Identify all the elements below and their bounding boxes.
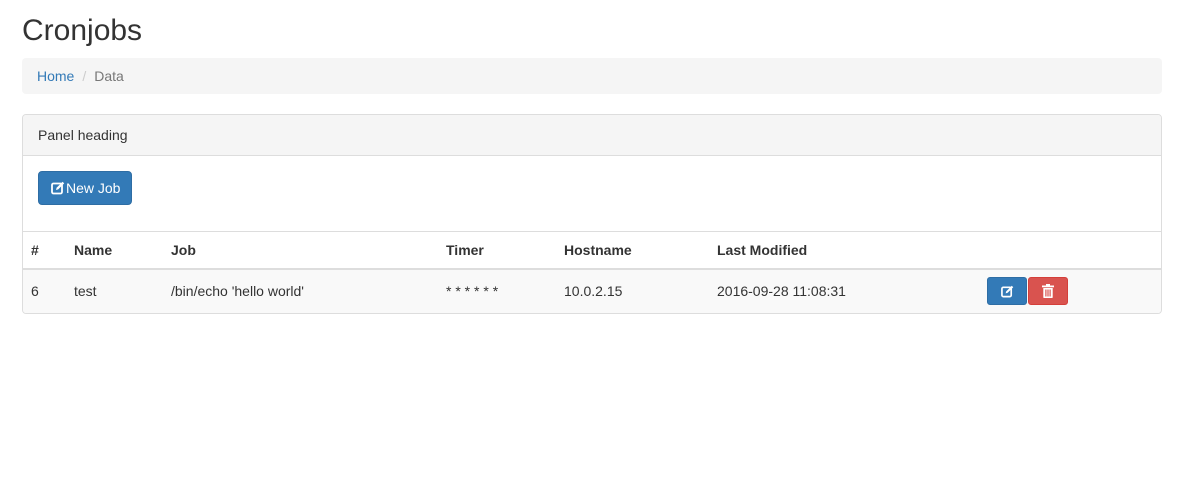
column-header-actions bbox=[979, 232, 1161, 269]
table-row: 6 test /bin/echo 'hello world' * * * * *… bbox=[23, 268, 1161, 313]
trash-icon bbox=[1042, 284, 1054, 298]
cell-id: 6 bbox=[31, 283, 39, 299]
edit-icon bbox=[51, 181, 65, 195]
breadcrumb-current: Data bbox=[94, 68, 124, 84]
column-header-timer: Timer bbox=[446, 241, 484, 258]
page-title: Cronjobs bbox=[22, 14, 143, 47]
column-header-name: Name bbox=[74, 241, 113, 258]
panel-body: New Job bbox=[23, 156, 1161, 231]
edit-job-button[interactable] bbox=[987, 277, 1027, 305]
cell-actions bbox=[979, 269, 1161, 313]
jobs-table: # Name Job Timer Hostname Last Modified … bbox=[23, 231, 1161, 313]
panel-heading: Panel heading bbox=[23, 115, 1161, 156]
column-header-last-modified: Last Modified bbox=[717, 241, 808, 258]
new-job-button[interactable]: New Job bbox=[38, 171, 133, 205]
cell-last-modified: 2016-09-28 11:08:31 bbox=[717, 283, 846, 299]
cell-name: test bbox=[74, 283, 97, 299]
column-header-id: # bbox=[31, 241, 39, 258]
cell-job: /bin/echo 'hello world' bbox=[171, 283, 304, 299]
delete-job-button[interactable] bbox=[1028, 277, 1068, 305]
breadcrumb: Home / Data bbox=[22, 58, 1162, 94]
edit-icon bbox=[1000, 285, 1013, 297]
breadcrumb-separator: / bbox=[82, 68, 87, 84]
table-header-row: # Name Job Timer Hostname Last Modified bbox=[23, 231, 1161, 269]
breadcrumb-home-link[interactable]: Home bbox=[37, 68, 74, 84]
new-job-label: New Job bbox=[66, 180, 121, 196]
cell-timer: * * * * * * bbox=[446, 283, 499, 299]
column-header-job: Job bbox=[171, 241, 196, 258]
cell-hostname: 10.0.2.15 bbox=[564, 283, 623, 299]
column-header-hostname: Hostname bbox=[564, 241, 632, 258]
jobs-panel: Panel heading New Job # Name Job Timer H… bbox=[22, 114, 1162, 314]
